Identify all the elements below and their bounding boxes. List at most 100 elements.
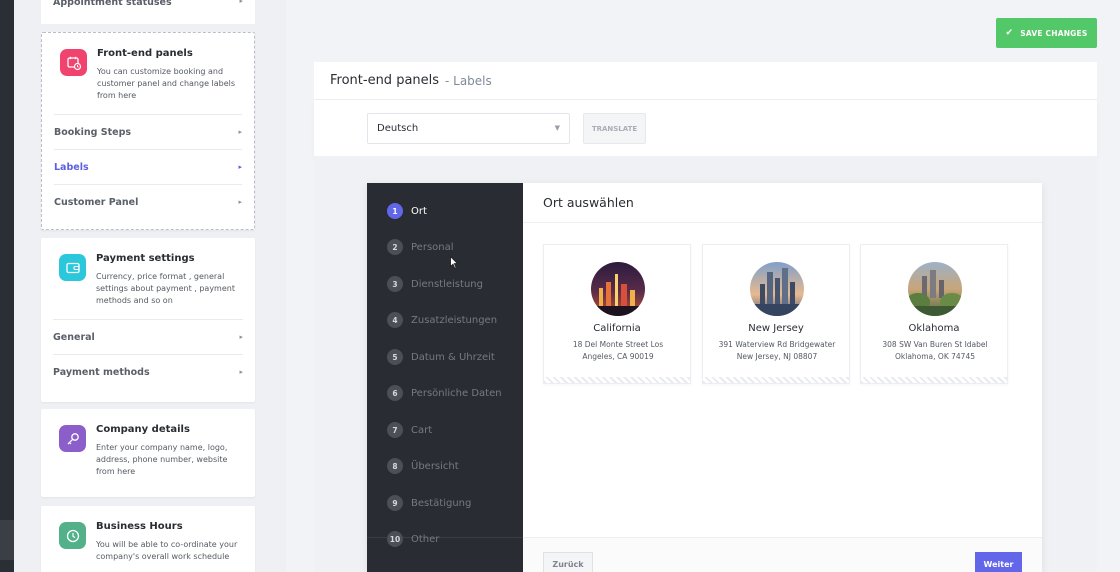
step-item-personal[interactable]: 2 Personal [387,239,454,255]
sidebar-item-booking-steps[interactable]: Booking Steps ▸ [54,114,242,149]
location-card-new-jersey[interactable]: New Jersey 391 Waterview Rd Bridgewater … [702,244,850,384]
step-label: Personal [411,241,454,253]
card-description: Currency, price format , general setting… [96,272,235,305]
step-number: 5 [387,349,403,365]
translate-button[interactable]: TRANSLATE [583,113,646,144]
step-number: 1 [387,203,403,219]
card-title: Front-end panels [97,48,193,59]
card-title: Business Hours [96,521,183,532]
step-label: Cart [411,424,433,436]
back-button[interactable]: Zurück [543,552,593,572]
step-label: Übersicht [411,460,459,472]
payment-settings-card[interactable]: Payment settings Currency, price format … [41,238,255,402]
location-name: California [593,323,641,334]
page-header: Front-end panels - Labels [314,62,1097,100]
preview-footer: Zurück Weiter [523,537,1042,572]
location-card-california[interactable]: California 18 Del Monte Street Los Angel… [543,244,691,384]
next-button[interactable]: Weiter [975,552,1022,572]
chevron-right-icon: ▸ [238,163,242,171]
card-hatch [861,377,1007,383]
location-image [908,262,962,316]
sidebar-item-label: Customer Panel [54,196,139,208]
step-item-other[interactable]: 10 Other [387,531,439,547]
step-label: Other [411,533,440,545]
chevron-right-icon: ▸ [238,198,242,206]
step-item-dienstleistung[interactable]: 3 Dienstleistung [387,276,483,292]
card-description: You can customize booking and customer p… [97,67,236,100]
location-image [591,262,645,316]
step-label: Ort [411,205,427,217]
step-item-cart[interactable]: 7 Cart [387,422,432,438]
step-number: 6 [387,385,403,401]
company-details-card[interactable]: Company details Enter your company name,… [41,409,255,497]
sidebar-item-payment-methods[interactable]: Payment methods ▸ [53,354,243,389]
step-item-zusatzleistungen[interactable]: 4 Zusatzleistungen [387,312,497,328]
sidebar-item-label: Payment methods [53,366,150,378]
location-name: Oklahoma [908,323,960,334]
content-divider [523,222,1042,223]
chevron-right-icon: ▸ [239,368,243,376]
sidebar-item-customer-panel[interactable]: Customer Panel ▸ [54,184,242,219]
key-icon [59,425,86,452]
app-edge-bar [0,0,14,572]
step-content-title: Ort auswählen [543,195,634,210]
card-description: You will be able to co-ordinate your com… [96,540,238,561]
language-select[interactable]: Deutsch ▼ [367,113,570,144]
mouse-cursor-icon [450,256,458,269]
step-label: Datum & Uhrzeit [411,351,495,363]
chevron-right-icon: ▸ [239,333,243,341]
step-number: 7 [387,422,403,438]
card-hatch [703,377,849,383]
sidebar-item-labels[interactable]: Labels ▸ [54,149,242,184]
step-number: 9 [387,495,403,511]
location-address: 391 Waterview Rd Bridgewater New Jersey,… [718,340,836,361]
step-item-uebersicht[interactable]: 8 Übersicht [387,458,459,474]
calendar-clock-icon [60,49,87,76]
step-number: 3 [387,276,403,292]
business-hours-card[interactable]: Business Hours You will be able to co-or… [41,506,255,572]
sidebar-item-label: Booking Steps [54,126,132,138]
step-item-bestaetigung[interactable]: 9 Bestätigung [387,495,471,511]
page-subtitle: - Labels [445,74,492,88]
sidebar-item-appointment-statuses[interactable]: Appointment statuses ▸ [41,0,255,24]
location-address: 18 Del Monte Street Los Angeles, CA 9001… [572,340,664,361]
step-number: 8 [387,458,403,474]
step-label: Dienstleistung [411,278,483,290]
card-description: Enter your company name, logo, address, … [96,443,228,476]
save-changes-button[interactable]: ✔ SAVE CHANGES [996,18,1097,48]
card-hatch [544,377,690,383]
step-number: 2 [387,239,403,255]
sidebar-item-label: General [53,331,95,343]
chevron-right-icon: ▸ [238,128,242,136]
location-name: New Jersey [748,323,804,334]
step-number: 10 [387,531,403,547]
chevron-down-icon: ▼ [554,124,560,132]
step-label: Bestätigung [411,497,472,509]
sidebar-item-label: Labels [54,161,89,173]
booking-panel-preview: 1 Ort 2 Personal 3 Dienstleistung 4 Zusatzle… [367,183,1042,572]
step-label: Persönliche Daten [411,387,502,399]
location-address: 308 SW Van Buren St Idabel Oklahoma, OK … [882,340,988,361]
location-image [750,262,804,316]
frontend-panels-card[interactable]: Front-end panels You can customize booki… [41,32,255,230]
save-changes-label: SAVE CHANGES [1020,28,1088,38]
clock-icon [59,522,86,549]
chevron-right-icon: ▸ [239,0,243,5]
language-select-value: Deutsch [377,123,419,134]
language-toolbar: Deutsch ▼ TRANSLATE [314,100,1097,156]
settings-sidebar: Appointment statuses ▸ Front-end panels … [14,0,286,572]
step-number: 4 [387,312,403,328]
sidebar-item-label: Appointment statuses [53,0,172,8]
sidebar-item-general[interactable]: General ▸ [53,319,243,354]
step-item-ort[interactable]: 1 Ort [387,203,427,219]
step-item-datum-uhrzeit[interactable]: 5 Datum & Uhrzeit [387,349,495,365]
card-title: Payment settings [96,253,195,264]
wallet-icon [59,254,86,281]
check-icon: ✔ [1005,28,1014,38]
app-edge-segment [0,520,14,560]
step-item-persoenliche-daten[interactable]: 6 Persönliche Daten [387,385,502,401]
step-label: Zusatzleistungen [411,314,498,326]
page-title: Front-end panels [330,73,440,88]
booking-steps-list: 1 Ort 2 Personal 3 Dienstleistung 4 Zusatzle… [367,183,523,572]
location-card-oklahoma[interactable]: Oklahoma 308 SW Van Buren St Idabel Okla… [860,244,1008,384]
